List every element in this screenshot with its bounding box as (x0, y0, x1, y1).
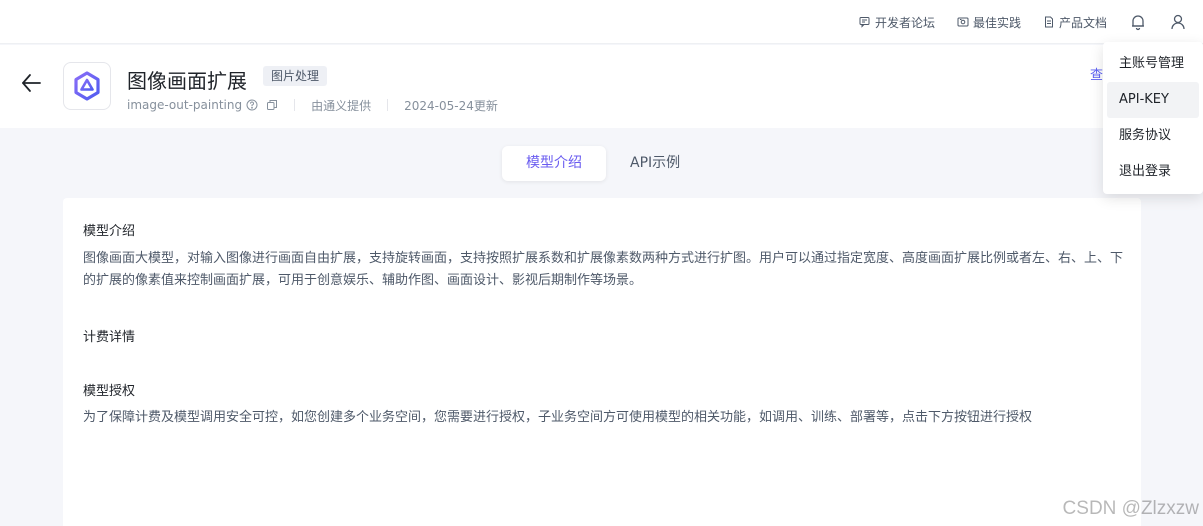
product-docs-label: 产品文档 (1058, 15, 1107, 30)
account-dropdown-menu: 主账号管理 API-KEY 服务协议 退出登录 (1103, 42, 1203, 194)
top-navigation-bar: 开发者论坛 最佳实践 产品文档 (0, 0, 1203, 44)
help-icon[interactable] (246, 99, 258, 111)
copy-icon[interactable] (266, 99, 278, 111)
forum-icon (859, 17, 870, 28)
bell-icon (1132, 15, 1144, 31)
menu-item-account-management[interactable]: 主账号管理 (1107, 46, 1199, 82)
intro-section-title: 模型介绍 (83, 224, 136, 239)
meta-divider (387, 99, 389, 111)
provider: 由通义提供 (311, 98, 372, 113)
notification-button[interactable] (1129, 13, 1147, 31)
product-docs-link[interactable]: 产品文档 (1043, 14, 1107, 31)
page-title: 图像画面扩展 (127, 69, 247, 93)
tab-api-example[interactable]: API示例 (606, 146, 704, 181)
developer-forum-link[interactable]: 开发者论坛 (859, 14, 935, 31)
model-logo (63, 62, 111, 110)
tongyi-logo-icon (74, 71, 100, 101)
meta-divider (294, 99, 296, 111)
auth-section-text: 为了保障计费及模型调用安全可控，如您创建多个业务空间，您需要进行授权，子业务空间… (83, 410, 1033, 425)
tab-bar: 模型介绍 API示例 (502, 145, 704, 181)
auth-section-title: 模型授权 (83, 384, 136, 399)
watermark: CSDN @Zlzxzw (1062, 498, 1199, 519)
user-icon (1171, 14, 1185, 30)
category-tag: 图片处理 (263, 66, 328, 86)
top-links: 开发者论坛 最佳实践 产品文档 (859, 0, 1187, 44)
tab-model-intro[interactable]: 模型介绍 (502, 145, 606, 181)
model-header: 图像画面扩展 图片处理 image-out-painting 由通义提供 202… (0, 45, 1203, 128)
back-button[interactable] (20, 72, 42, 94)
document-icon (1044, 16, 1053, 28)
best-practice-link[interactable]: 最佳实践 (957, 14, 1021, 31)
view-link[interactable]: 查 (1090, 64, 1103, 83)
user-account-button[interactable] (1169, 13, 1187, 31)
update-date: 2024-05-24更新 (404, 98, 498, 113)
developer-forum-label: 开发者论坛 (874, 15, 935, 30)
model-id: image-out-painting (127, 98, 278, 112)
menu-item-api-key[interactable]: API-KEY (1107, 82, 1199, 118)
intro-section-text: 图像画面大模型，对输入图像进行画面自由扩展，支持旋转画面，支持按照扩展系数和扩展… (83, 251, 1124, 288)
model-meta: image-out-painting 由通义提供 2024-05-24更新 (127, 96, 498, 114)
menu-item-logout[interactable]: 退出登录 (1107, 154, 1199, 190)
menu-item-service-agreement[interactable]: 服务协议 (1107, 118, 1199, 154)
arrow-left-icon (22, 74, 41, 92)
model-id-text: image-out-painting (127, 98, 243, 112)
billing-section-title: 计费详情 (83, 330, 136, 345)
content-card: 模型介绍 图像画面大模型，对输入图像进行画面自由扩展，支持旋转画面，支持按照扩展… (63, 198, 1141, 526)
practice-icon (957, 17, 969, 27)
best-practice-label: 最佳实践 (972, 15, 1021, 30)
